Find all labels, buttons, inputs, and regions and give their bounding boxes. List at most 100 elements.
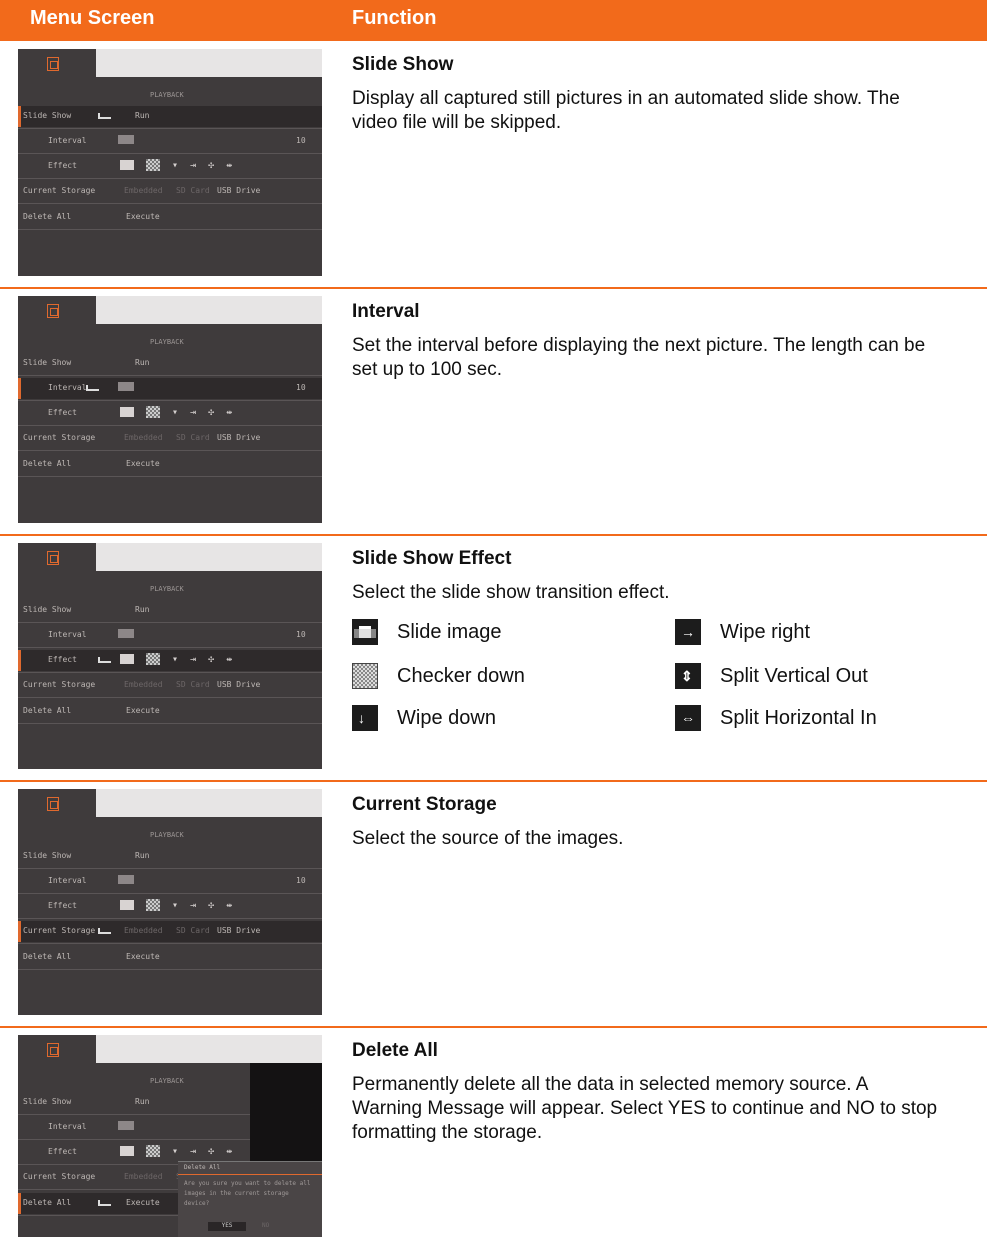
storage-usb-drive[interactable]: USB Drive (217, 680, 260, 689)
menu-item-interval[interactable]: Interval (48, 630, 87, 639)
menu-item-slideshow[interactable]: Slide Show (23, 1097, 71, 1106)
interval-slider[interactable] (118, 875, 134, 884)
checker-down-icon[interactable] (146, 159, 160, 171)
storage-usb-drive[interactable]: USB Drive (217, 433, 260, 442)
menu-item-slideshow[interactable]: Slide Show (23, 111, 71, 120)
menu-item-interval[interactable]: Interval (48, 876, 87, 885)
storage-usb-drive[interactable]: USB Drive (217, 926, 260, 935)
effect-icons[interactable]: ▾ ⇥ ✣ ⇹ (120, 899, 244, 911)
table-row: PLAYBACK Slide Show Run Interval 10 Effect ▾ ⇥ ✣… (0, 534, 987, 781)
menu-item-effect[interactable]: Effect (48, 1147, 77, 1156)
wipe-down-icon[interactable]: ▾ (172, 1146, 178, 1157)
function-description: Select the source of the images. (352, 828, 624, 849)
menu-item-current-storage[interactable]: Current Storage (23, 926, 95, 935)
storage-sd-card[interactable]: SD Card (176, 680, 210, 689)
split-horizontal-in-icon[interactable]: ⇹ (226, 1146, 232, 1157)
checker-down-icon[interactable] (146, 406, 160, 418)
menu-item-current-storage[interactable]: Current Storage (23, 1172, 95, 1181)
split-horizontal-in-icon[interactable]: ⇹ (226, 407, 232, 418)
menu-item-effect[interactable]: Effect (48, 901, 77, 910)
dialog-no-button[interactable]: NO (262, 1222, 269, 1229)
interval-slider[interactable] (118, 135, 134, 144)
menu-item-current-storage[interactable]: Current Storage (23, 186, 95, 195)
slide-image-icon[interactable] (120, 160, 134, 170)
wipe-right-icon[interactable]: ⇥ (190, 900, 196, 911)
split-horizontal-in-icon[interactable]: ⇹ (226, 900, 232, 911)
menu-item-interval[interactable]: Interval (48, 136, 87, 145)
delete-execute[interactable]: Execute (126, 706, 160, 715)
effect-glyph: ⇕ (681, 668, 693, 684)
storage-usb-drive[interactable]: USB Drive (217, 186, 260, 195)
menu-item-delete-all[interactable]: Delete All (23, 952, 71, 961)
slide-image-icon[interactable] (120, 900, 134, 910)
menu-item-delete-all[interactable]: Delete All (23, 212, 71, 221)
menu-item-slideshow[interactable]: Slide Show (23, 605, 71, 614)
function-title: Slide Show (352, 54, 454, 75)
slideshow-value[interactable]: Run (135, 358, 149, 367)
menu-item-delete-all[interactable]: Delete All (23, 706, 71, 715)
menu-item-slideshow[interactable]: Slide Show (23, 851, 71, 860)
wipe-down-icon[interactable]: ▾ (172, 407, 178, 418)
screen-title: PLAYBACK (150, 1077, 184, 1085)
checker-down-icon (352, 663, 378, 689)
split-vertical-out-icon[interactable]: ✣ (208, 1146, 214, 1157)
slideshow-value[interactable]: Run (135, 1097, 149, 1106)
split-vertical-out-icon[interactable]: ✣ (208, 407, 214, 418)
interval-slider[interactable] (118, 629, 134, 638)
checker-down-icon[interactable] (146, 899, 160, 911)
split-horizontal-in-icon[interactable]: ⇹ (226, 160, 232, 171)
menu-item-slideshow[interactable]: Slide Show (23, 358, 71, 367)
dialog-yes-button[interactable]: YES (208, 1222, 246, 1231)
menu-item-current-storage[interactable]: Current Storage (23, 680, 95, 689)
effect-icons[interactable]: ▾ ⇥ ✣ ⇹ (120, 159, 244, 171)
slideshow-value[interactable]: Run (135, 111, 149, 120)
checker-down-icon[interactable] (146, 1145, 160, 1157)
slideshow-value[interactable]: Run (135, 851, 149, 860)
menu-item-effect[interactable]: Effect (48, 161, 77, 170)
menu-item-delete-all[interactable]: Delete All (23, 1198, 71, 1207)
menu-item-current-storage[interactable]: Current Storage (23, 433, 95, 442)
checker-down-icon[interactable] (146, 653, 160, 665)
effect-icons[interactable]: ▾ ⇥ ✣ ⇹ (120, 406, 244, 418)
menu-item-delete-all[interactable]: Delete All (23, 459, 71, 468)
menu-item-interval[interactable]: Interval (48, 1122, 87, 1131)
wipe-right-icon: → (675, 619, 701, 645)
menu-item-effect[interactable]: Effect (48, 408, 77, 417)
menu-item-interval[interactable]: Interval (48, 383, 87, 392)
storage-embedded[interactable]: Embedded (124, 433, 163, 442)
storage-embedded[interactable]: Embedded (124, 186, 163, 195)
slideshow-value[interactable]: Run (135, 605, 149, 614)
split-vertical-out-icon[interactable]: ✣ (208, 900, 214, 911)
wipe-down-icon[interactable]: ▾ (172, 900, 178, 911)
interval-slider[interactable] (118, 382, 134, 391)
storage-embedded[interactable]: Embedded (124, 926, 163, 935)
slide-image-icon[interactable] (120, 1146, 134, 1156)
split-vertical-out-icon[interactable]: ✣ (208, 654, 214, 665)
playback-icon (47, 57, 59, 71)
wipe-right-icon[interactable]: ⇥ (190, 160, 196, 171)
delete-execute[interactable]: Execute (126, 952, 160, 961)
storage-sd-card[interactable]: SD Card (176, 433, 210, 442)
storage-sd-card[interactable]: SD Card (176, 926, 210, 935)
slide-image-icon[interactable] (120, 654, 134, 664)
interval-slider[interactable] (118, 1121, 134, 1130)
effect-icons[interactable]: ▾ ⇥ ✣ ⇹ (120, 1145, 244, 1157)
wipe-right-icon[interactable]: ⇥ (190, 1146, 196, 1157)
split-horizontal-in-icon[interactable]: ⇹ (226, 654, 232, 665)
storage-embedded[interactable]: Embedded (124, 1172, 163, 1181)
delete-execute[interactable]: Execute (126, 1198, 160, 1207)
wipe-right-icon[interactable]: ⇥ (190, 407, 196, 418)
effect-icons[interactable]: ▾ ⇥ ✣ ⇹ (120, 653, 244, 665)
storage-sd-card[interactable]: SD Card (176, 186, 210, 195)
menu-divider (18, 868, 322, 869)
slide-image-icon[interactable] (120, 407, 134, 417)
function-title: Delete All (352, 1040, 438, 1061)
wipe-right-icon[interactable]: ⇥ (190, 654, 196, 665)
split-vertical-out-icon[interactable]: ✣ (208, 160, 214, 171)
delete-execute[interactable]: Execute (126, 212, 160, 221)
wipe-down-icon[interactable]: ▾ (172, 160, 178, 171)
storage-embedded[interactable]: Embedded (124, 680, 163, 689)
menu-item-effect[interactable]: Effect (48, 655, 77, 664)
wipe-down-icon[interactable]: ▾ (172, 654, 178, 665)
delete-execute[interactable]: Execute (126, 459, 160, 468)
